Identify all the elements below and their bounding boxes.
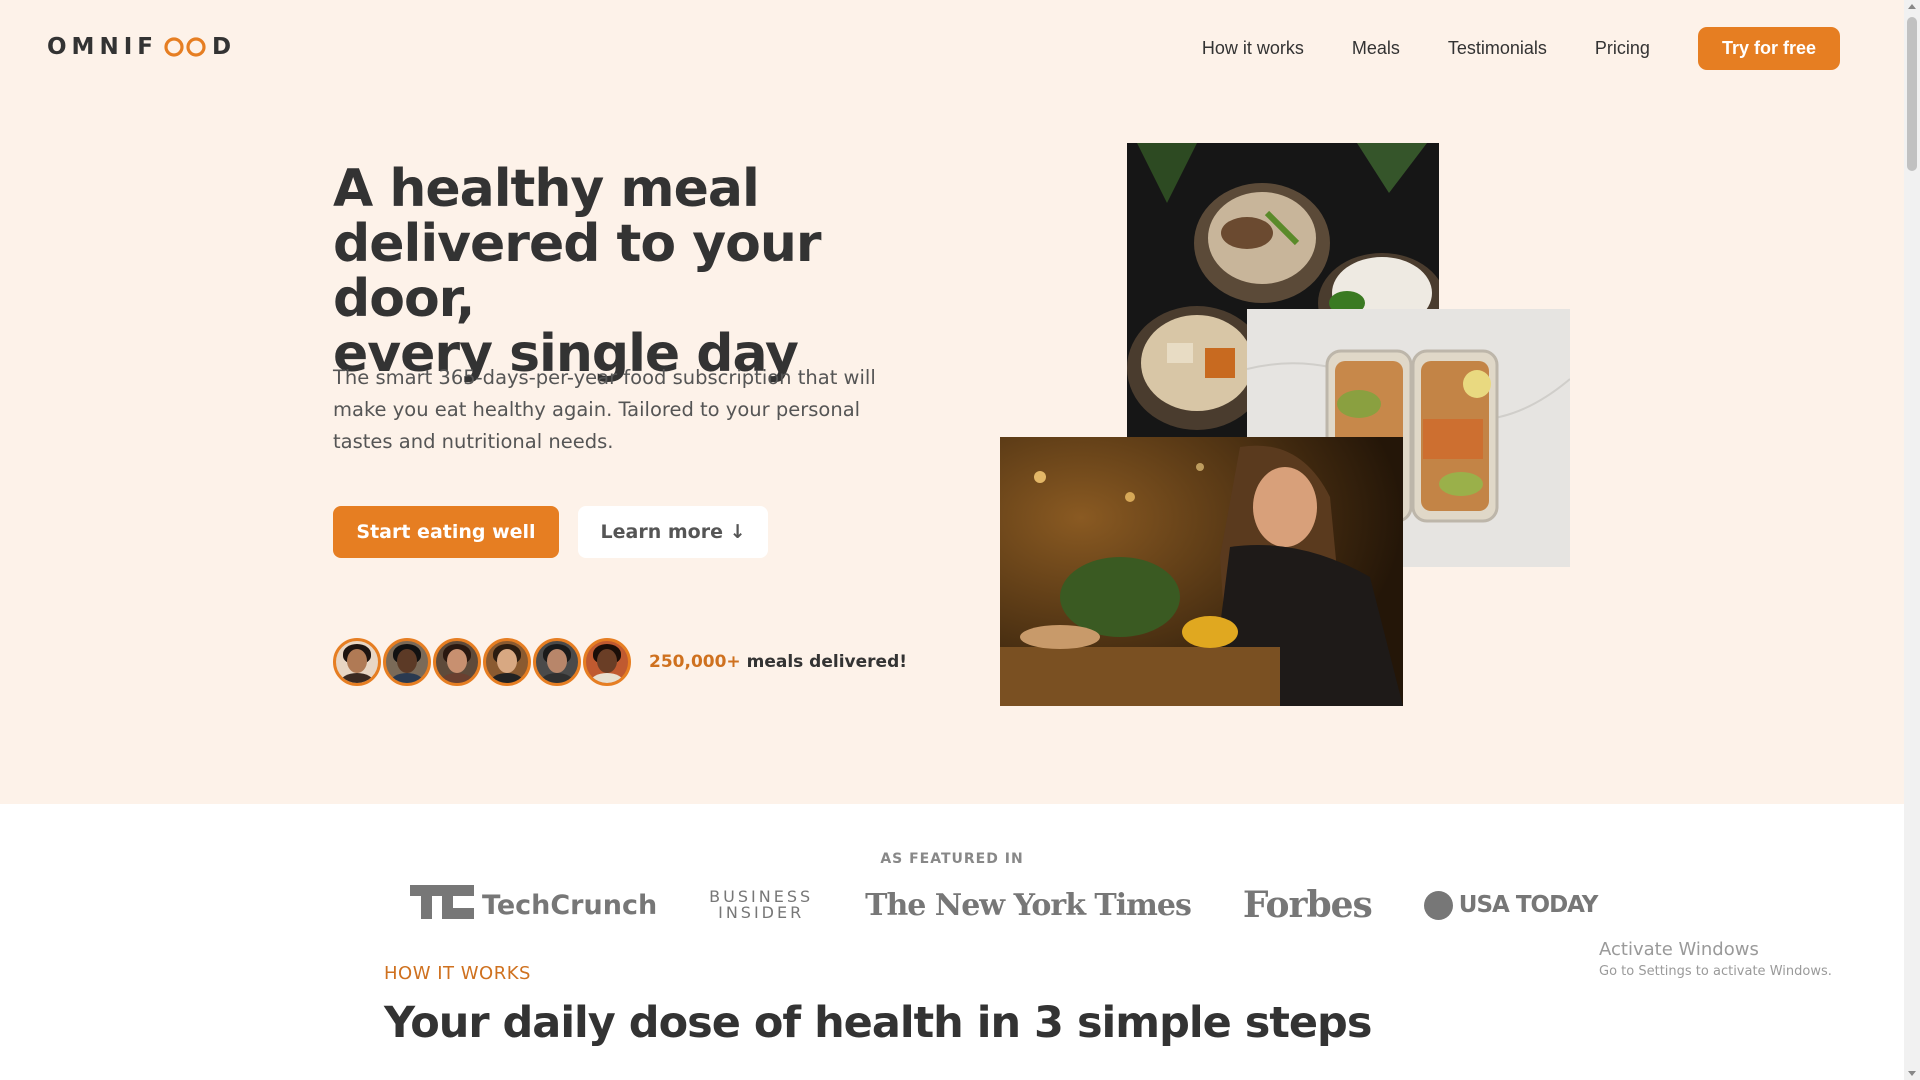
scroll-down-arrow-icon[interactable] bbox=[1908, 1071, 1916, 1076]
customer-avatar bbox=[333, 638, 381, 686]
hero-title-line: delivered to your door, bbox=[333, 214, 822, 329]
nav-link-pricing[interactable]: Pricing bbox=[1595, 38, 1650, 59]
business-insider-line: INSIDER bbox=[718, 903, 805, 922]
forbes-logo: Forbes bbox=[1242, 884, 1373, 926]
hero-title-line: A healthy meal bbox=[333, 159, 760, 219]
vertical-scrollbar[interactable] bbox=[1904, 0, 1920, 1080]
nav-link-testimonials[interactable]: Testimonials bbox=[1448, 38, 1547, 59]
watermark-title: Activate Windows bbox=[1599, 939, 1759, 960]
watermark-subtitle: Go to Settings to activate Windows. bbox=[1599, 964, 1832, 979]
scroll-up-arrow-icon[interactable] bbox=[1908, 4, 1916, 9]
nav-link-meals[interactable]: Meals bbox=[1352, 38, 1400, 59]
delivered-label: meals delivered! bbox=[740, 652, 907, 672]
hero-image-woman-eating bbox=[1000, 437, 1403, 706]
nyt-logo: The New York Times bbox=[865, 887, 1192, 923]
nav-link-how-it-works[interactable]: How it works bbox=[1202, 38, 1304, 59]
logo-text-prefix: OMNIF bbox=[47, 34, 158, 60]
customer-avatar bbox=[533, 638, 581, 686]
how-it-works-heading: Your daily dose of health in 3 simple st… bbox=[384, 998, 1372, 1048]
activate-windows-watermark: Activate Windows Go to Settings to activ… bbox=[1599, 939, 1832, 979]
customer-avatar bbox=[583, 638, 631, 686]
how-it-works-subheading: HOW IT WORKS bbox=[384, 963, 531, 984]
customer-avatar bbox=[433, 638, 481, 686]
learn-more-button[interactable]: Learn more ↓ bbox=[578, 506, 768, 558]
logo-infinity-icon bbox=[163, 37, 207, 57]
delivered-meals: 250,000+ meals delivered! bbox=[333, 638, 907, 686]
customer-avatar bbox=[483, 638, 531, 686]
customer-avatar bbox=[383, 638, 431, 686]
usa-today-logo: USA TODAY bbox=[1423, 890, 1599, 920]
scrollbar-thumb[interactable] bbox=[1907, 17, 1917, 171]
usa-today-text: USA TODAY bbox=[1458, 892, 1599, 918]
featured-label: AS FEATURED IN bbox=[880, 851, 1024, 867]
techcrunch-text: TechCrunch bbox=[482, 889, 658, 921]
main-nav: How it works Meals Testimonials Pricing … bbox=[1202, 27, 1840, 70]
omnifood-logo[interactable]: OMNIF D bbox=[47, 34, 236, 60]
delivered-count: 250,000+ bbox=[649, 652, 741, 672]
hero-title: A healthy meal delivered to your door, e… bbox=[333, 162, 933, 382]
techcrunch-logo: TechCrunch bbox=[410, 884, 658, 926]
techcrunch-icon bbox=[410, 884, 474, 926]
usa-today-dot-icon bbox=[1423, 890, 1453, 920]
try-for-free-button[interactable]: Try for free bbox=[1697, 27, 1840, 70]
business-insider-logo: BUSINESS INSIDER bbox=[709, 889, 813, 921]
hero-section: OMNIF D How it works Meals Testimonials … bbox=[0, 0, 1904, 804]
delivered-text: 250,000+ meals delivered! bbox=[649, 652, 907, 672]
start-eating-well-button[interactable]: Start eating well bbox=[333, 506, 559, 558]
hero-description: The smart 365-days-per-year food subscri… bbox=[333, 366, 876, 453]
logo-text-suffix: D bbox=[211, 34, 237, 60]
featured-logos: TechCrunch BUSINESS INSIDER The New York… bbox=[410, 884, 1599, 926]
